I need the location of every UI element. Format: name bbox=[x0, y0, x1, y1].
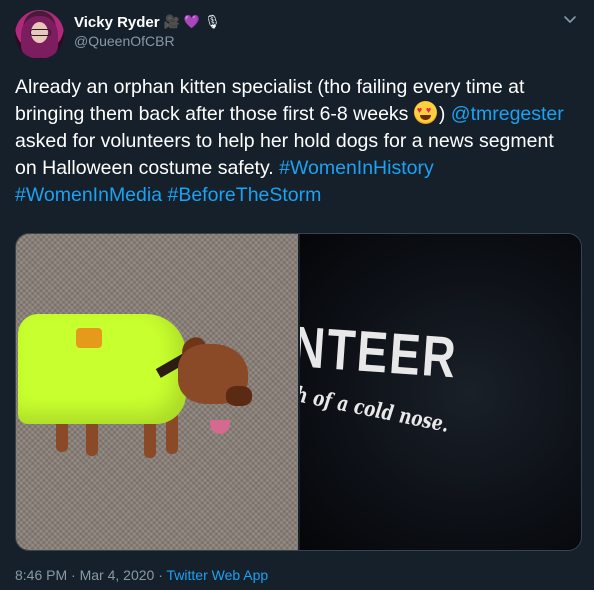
chevron-down-icon[interactable] bbox=[563, 12, 577, 26]
photo-dog-in-costume[interactable] bbox=[16, 234, 298, 550]
tweet-date[interactable]: Mar 4, 2020 bbox=[80, 567, 155, 583]
hashtag-link[interactable]: #WomenInHistory bbox=[279, 157, 434, 179]
display-name[interactable]: Vicky Ryder bbox=[74, 14, 160, 31]
movie-camera-icon: 🎥 bbox=[163, 14, 180, 29]
mention-link[interactable]: @tmregester bbox=[451, 103, 564, 125]
tweet-header: Vicky Ryder 🎥 💜 🎙 @QueenOfCBR bbox=[15, 10, 579, 60]
shirt-print-large: NTEER bbox=[299, 313, 460, 390]
purple-heart-icon: 💜 bbox=[183, 14, 200, 29]
photo-volunteer-shirt[interactable]: NTEER th of a cold nose. bbox=[299, 234, 581, 550]
shirt-print-small: th of a cold nose. bbox=[299, 380, 450, 439]
tweet-text: Already an orphan kitten specialist (tho… bbox=[15, 74, 579, 209]
meta-separator: · bbox=[154, 567, 167, 583]
display-name-row: Vicky Ryder 🎥 💜 🎙 bbox=[74, 12, 221, 32]
hashtag-link[interactable]: #WomenInMedia bbox=[15, 184, 162, 206]
tweet-time[interactable]: 8:46 PM bbox=[15, 567, 67, 583]
tweet-text-part: ) bbox=[438, 103, 451, 125]
avatar[interactable] bbox=[15, 10, 64, 59]
tweet-source-link[interactable]: Twitter Web App bbox=[167, 567, 269, 583]
media-grid: NTEER th of a cold nose. bbox=[15, 233, 582, 551]
hashtag-link[interactable]: #BeforeTheStorm bbox=[167, 184, 321, 206]
shirt-print: NTEER th of a cold nose. bbox=[299, 313, 460, 439]
tweet-meta: 8:46 PM · Mar 4, 2020 · Twitter Web App bbox=[15, 567, 268, 583]
user-handle[interactable]: @QueenOfCBR bbox=[74, 33, 221, 49]
user-names[interactable]: Vicky Ryder 🎥 💜 🎙 @QueenOfCBR bbox=[74, 12, 221, 50]
microphone-icon: 🎙 bbox=[204, 14, 221, 29]
tweet: Vicky Ryder 🎥 💜 🎙 @QueenOfCBR Already an… bbox=[0, 0, 594, 590]
meta-separator: · bbox=[67, 567, 80, 583]
heart-eyes-emoji-icon: ♥ ♥ bbox=[413, 101, 437, 124]
